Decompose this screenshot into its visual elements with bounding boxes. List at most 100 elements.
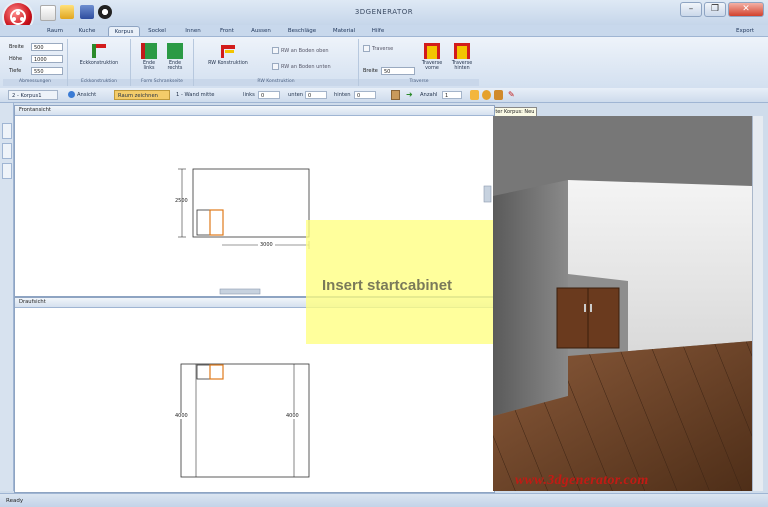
front-width-dimension: 3000 [258, 242, 275, 248]
side-tool-button[interactable] [2, 123, 12, 139]
group-label: Traverse [359, 79, 479, 86]
links-input[interactable]: 0 [258, 91, 280, 99]
export-menu[interactable]: Export [730, 26, 760, 36]
side-tool-button[interactable] [2, 143, 12, 159]
ende-links-button[interactable]: Ende links [137, 43, 161, 71]
app-window: 3DGENERATOR – ❐ ✕ Raum Kuche Korpus Sock… [0, 0, 768, 507]
traverse-checkbox[interactable]: Traverse [363, 45, 393, 52]
group-eckkonstruktion: Eckkonstruktion Eckkonstruktion [68, 39, 131, 86]
checkbox-box [272, 63, 279, 70]
status-text: Ready [6, 498, 24, 504]
watermark: www.3dgenerator.com [515, 473, 649, 488]
wand-dropdown-value: 1 - Wand mitte [176, 92, 215, 98]
traverse-vorne-label: Traverse vorne [421, 61, 443, 71]
restore-button[interactable]: ❐ [704, 2, 726, 17]
group-label: Abmessungen [3, 79, 67, 86]
eckkonstruktion-label: Eckkonstruktion [79, 61, 119, 66]
rw-boden-unten-label: RW an Boden unten [281, 64, 331, 70]
ende-rechts-label: Ende rechts [167, 61, 183, 71]
tab-aussen[interactable]: Aussen [246, 26, 276, 36]
group-traverse: Traverse Breite 50 Traverse vorne Traver… [359, 39, 479, 86]
pencil-icon[interactable]: ✎ [508, 90, 517, 100]
tiefe-label: Tiefe [9, 68, 22, 74]
traverse-hinten-button[interactable]: Traverse hinten [449, 43, 475, 71]
hoehe-label: Höhe [9, 56, 23, 62]
3d-room-view[interactable] [493, 116, 752, 491]
top-right-dimension: 4000 [286, 413, 299, 419]
hinten-label: hinten [334, 92, 351, 98]
tab-beschlaege[interactable]: Beschläge [284, 26, 320, 36]
group-form-schrankseite: Ende links Ende rechts Form Schrankseite [131, 39, 194, 86]
traverse-hinten-label: Traverse hinten [451, 61, 473, 71]
traverse-back-icon [454, 43, 470, 59]
left-tool-strip [0, 103, 14, 491]
checkbox-box [272, 47, 279, 54]
overlay-text: Insert startcabinet [322, 277, 453, 294]
rw-konstruktion-label: RW Konstruktion [208, 61, 248, 66]
group-abmessungen: Breite 500 Höhe 1000 Tiefe 550 Abmessung… [3, 39, 68, 86]
rw-construction-icon [220, 43, 236, 59]
front-height-dimension: 2500 [175, 198, 188, 204]
tab-front[interactable]: Front [214, 26, 240, 36]
wand-dropdown[interactable]: 1 - Wand mitte [176, 90, 232, 100]
globe-icon [68, 91, 75, 98]
ansicht-button[interactable]: Ansicht [68, 90, 110, 100]
anzahl-label: Anzahl [420, 92, 438, 98]
next-cabinet-icon[interactable] [470, 90, 479, 100]
checkbox-box [363, 45, 370, 52]
traverse-breite-label: Breite [363, 68, 378, 74]
instruction-overlay: Insert startcabinet [306, 220, 493, 344]
eckkonstruktion-button[interactable]: Eckkonstruktion [72, 43, 126, 66]
end-left-icon [141, 43, 157, 59]
ansicht-label: Ansicht [77, 92, 97, 98]
command-toolbar: 2 - Korpus1 Ansicht Raum zeichnen 1 - Wa… [0, 88, 768, 103]
traverse-vorne-button[interactable]: Traverse vorne [419, 43, 445, 71]
top-left-dimension: 4000 [175, 413, 188, 419]
hinten-input[interactable]: 0 [354, 91, 376, 99]
ende-rechts-button[interactable]: Ende rechts [163, 43, 187, 71]
tab-raum[interactable]: Raum [42, 26, 68, 36]
status-bar: Ready [0, 493, 768, 507]
traverse-breite-input[interactable]: 50 [381, 67, 415, 75]
tiefe-input[interactable]: 550 [31, 67, 63, 75]
rw-konstruktion-button[interactable]: RW Konstruktion [198, 43, 258, 66]
breite-input[interactable]: 500 [31, 43, 63, 51]
arrow-right-icon[interactable]: ➜ [406, 90, 415, 100]
group-label: Eckkonstruktion [68, 79, 130, 86]
rw-boden-oben-checkbox[interactable]: RW an Boden oben [272, 47, 329, 54]
title-bar: 3DGENERATOR – ❐ ✕ [0, 0, 768, 31]
raum-zeichnen-button[interactable]: Raum zeichnen [114, 90, 170, 100]
minimize-button[interactable]: – [680, 2, 702, 17]
tab-sockel[interactable]: Sockel [144, 26, 170, 36]
breite-label: Breite [9, 44, 24, 50]
calendar-icon[interactable] [391, 90, 400, 100]
ribbon: Breite 500 Höhe 1000 Tiefe 550 Abmessung… [0, 36, 768, 89]
ende-links-label: Ende links [142, 61, 156, 71]
tab-kuche[interactable]: Kuche [74, 26, 100, 36]
hoehe-input[interactable]: 1000 [31, 55, 63, 63]
anzahl-input[interactable]: 1 [442, 91, 462, 99]
rw-boden-unten-checkbox[interactable]: RW an Boden unten [272, 63, 331, 70]
window-title: 3DGENERATOR [354, 8, 414, 16]
rw-svg [221, 45, 235, 58]
corner-construction-icon [91, 43, 107, 59]
close-button[interactable]: ✕ [728, 2, 764, 17]
cabinet-icon[interactable] [482, 90, 491, 100]
links-label: links [243, 92, 255, 98]
corner-svg [92, 44, 106, 58]
tab-innen[interactable]: Innen [180, 26, 206, 36]
group-label: Form Schrankseite [131, 79, 193, 86]
group-label: RW Konstruktion [194, 79, 358, 86]
side-tool-button[interactable] [2, 163, 12, 179]
3d-room-render [493, 116, 752, 491]
tab-material[interactable]: Material [328, 26, 360, 36]
korpus-dropdown-value: 2 - Korpus1 [12, 93, 42, 99]
raum-zeichnen-label: Raum zeichnen [118, 93, 158, 99]
unten-input[interactable]: 0 [305, 91, 327, 99]
end-right-icon [167, 43, 183, 59]
tab-hilfe[interactable]: Hilfe [366, 26, 390, 36]
rw-boden-oben-label: RW an Boden oben [281, 48, 329, 54]
cabinet-settings-icon[interactable] [494, 90, 503, 100]
vertical-scrollbar[interactable] [752, 116, 763, 491]
korpus-dropdown[interactable]: 2 - Korpus1 [8, 90, 58, 100]
